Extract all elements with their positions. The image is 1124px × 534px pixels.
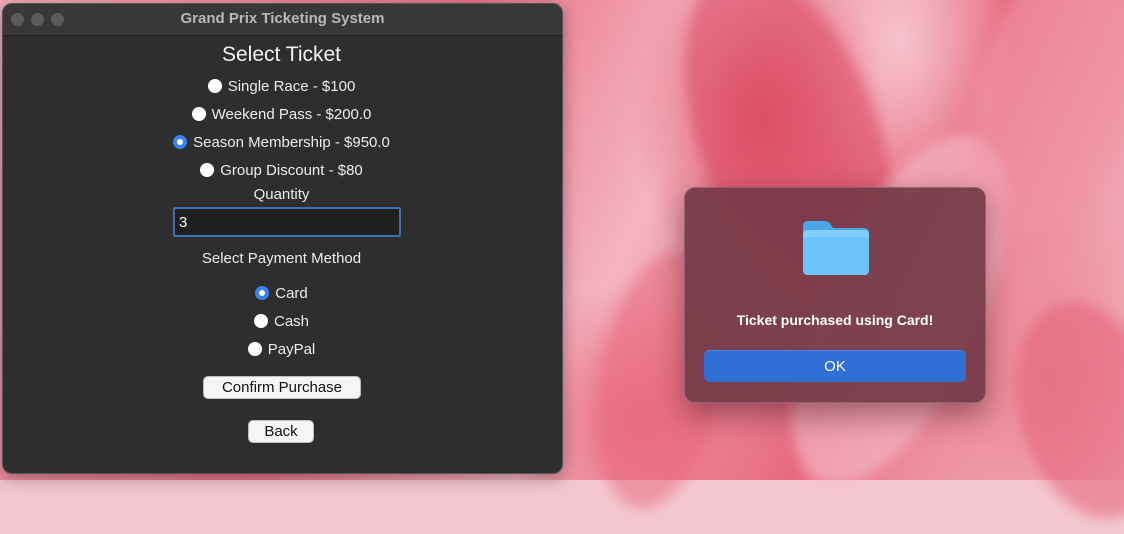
window-content: Select Ticket Single Race - $100 Weekend… [3,36,562,473]
ticketing-window: Grand Prix Ticketing System Select Ticke… [2,3,563,474]
radio-button[interactable] [247,342,262,356]
ticket-option-single-race[interactable]: Single Race - $100 [3,75,560,97]
payment-option-cash[interactable]: Cash [3,310,560,332]
close-window-button[interactable] [11,13,24,26]
back-button[interactable]: Back [248,420,314,443]
minimize-window-button[interactable] [31,13,44,26]
payment-method-heading: Select Payment Method [201,250,362,267]
radio-button-selected[interactable] [255,286,270,300]
ticket-option-season-membership[interactable]: Season Membership - $950.0 [3,131,560,153]
payment-option-paypal[interactable]: PayPal [3,338,560,360]
payment-option-card[interactable]: Card [3,282,560,304]
radio-button-selected[interactable] [173,135,188,149]
ticket-option-label: Weekend Pass - $200.0 [211,105,372,123]
radio-button[interactable] [253,314,268,328]
payment-option-label: Cash [273,312,310,330]
ticket-option-group-discount[interactable]: Group Discount - $80 [3,159,560,181]
quantity-input[interactable] [173,207,401,237]
window-title: Grand Prix Ticketing System [180,10,385,27]
ticket-option-weekend-pass[interactable]: Weekend Pass - $200.0 [3,103,560,125]
ticket-option-label: Single Race - $100 [227,77,356,95]
quantity-label: Quantity [253,186,310,203]
title-bar[interactable]: Grand Prix Ticketing System [3,4,562,36]
confirm-purchase-button[interactable]: Confirm Purchase [203,376,361,399]
radio-button[interactable] [207,79,222,93]
payment-option-label: Card [275,284,308,302]
dialog-message: Ticket purchased using Card! [736,312,934,328]
ok-button[interactable]: OK [704,350,966,382]
radio-button[interactable] [191,107,206,121]
maximize-window-button[interactable] [51,13,64,26]
folder-icon [803,221,869,275]
purchase-confirmation-dialog: Ticket purchased using Card! OK [684,187,986,403]
radio-button[interactable] [200,163,215,177]
select-ticket-heading: Select Ticket [221,43,342,66]
ticket-option-label: Group Discount - $80 [220,161,363,179]
ticket-option-label: Season Membership - $950.0 [193,133,390,151]
payment-option-label: PayPal [267,340,316,358]
